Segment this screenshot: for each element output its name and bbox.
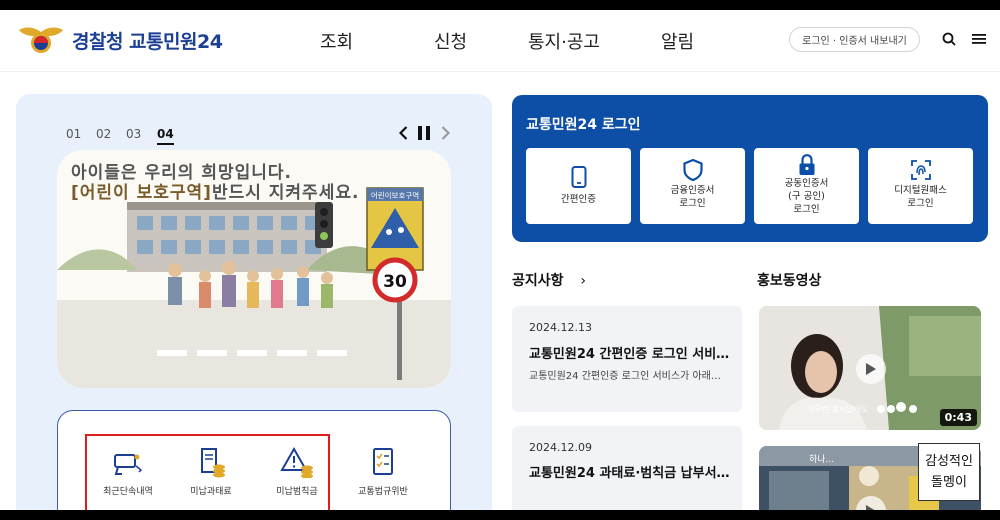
notice-item[interactable]: 2024.12.13 교통민원24 간편인증 로그인 서비… 교통민원24 간편… [512, 306, 742, 412]
chevron-right-icon: › [580, 273, 587, 289]
checklist-icon [373, 448, 393, 475]
notice-date: 2024.12.13 [529, 321, 592, 334]
prev-slide-icon[interactable] [395, 124, 411, 142]
digital-onepass-login-button[interactable]: 디지털원패스 로그인 [868, 148, 973, 224]
login-export-button[interactable]: 로그인 · 인증서 내보내기 [789, 27, 920, 52]
login-button-label: 로그인 [907, 198, 934, 209]
login-button-label: (구 공인) [788, 191, 825, 202]
slide-number[interactable]: 01 [66, 127, 81, 141]
site-header: 경찰청 교통민원24 조회 신청 통지·공고 알림 로그인 · 인증서 내보내기 [0, 10, 1000, 72]
pause-icon[interactable] [416, 124, 432, 142]
notices-title-text: 공지사항 [512, 273, 564, 289]
joint-cert-login-button[interactable]: 공동인증서 (구 공인) 로그인 [754, 148, 859, 224]
login-panel-title: 교통민원24 로그인 [526, 117, 641, 133]
quick-menu-unpaid-penalty[interactable]: 미납범칙금 [257, 446, 337, 497]
page: 경찰청 교통민원24 조회 신청 통지·공고 알림 로그인 · 인증서 내보내기… [0, 10, 1000, 510]
financial-cert-login-button[interactable]: 금융인증서 로그인 [640, 148, 745, 224]
slide-number-active[interactable]: 04 [157, 127, 174, 145]
notice-title: 교통민원24 간편인증 로그인 서비… [529, 347, 730, 362]
notice-item[interactable]: 2024.12.09 교통민원24 과태료·범칙금 납부서… [512, 426, 742, 510]
shield-icon [682, 159, 703, 181]
quick-menu-recent-enforcement[interactable]: 최근단속내역 [88, 446, 168, 497]
site-title: 경찰청 교통민원24 [72, 30, 223, 53]
speed-limit-value: 30 [383, 272, 407, 292]
login-button-label: 금융인증서 [670, 185, 715, 196]
next-slide-icon[interactable] [437, 124, 453, 142]
notice-date: 2024.12.09 [529, 441, 592, 454]
quick-menu-label: 미납범칙금 [276, 487, 318, 497]
nav-inquiry[interactable]: 조회 [320, 28, 353, 54]
nav-notice-announcement[interactable]: 통지·공고 [528, 28, 600, 54]
login-button-label: 로그인 [793, 204, 820, 215]
site-logo[interactable]: 경찰청 교통민원24 [16, 24, 223, 56]
lock-icon [799, 154, 814, 175]
quick-menu-traffic-violation[interactable]: 교통법규위반 [343, 446, 423, 497]
camera-search-icon [114, 454, 143, 475]
search-icon[interactable] [940, 30, 958, 48]
play-icon[interactable] [856, 354, 886, 384]
quick-menu-label: 교통법규위반 [358, 487, 408, 497]
notice-description: 교통민원24 간편인증 로그인 서비스가 아래… [529, 371, 721, 382]
banner-subheadline-rest: 반드시 지켜주세요. [211, 183, 360, 203]
notices-title[interactable]: 공지사항 › [512, 270, 586, 290]
police-emblem-icon [19, 27, 63, 53]
banner-subheadline: [어린이 보호구역]반드시 지켜주세요. [71, 178, 359, 203]
login-button-label: 로그인 [679, 198, 706, 209]
receipt-coins-icon [201, 448, 225, 478]
simple-auth-login-button[interactable]: 간편인증 [526, 148, 631, 224]
mobile-icon [571, 166, 586, 188]
school-zone-illustration: 어린이보호구역 30 아이들은 우리의 희망입니다. [어린이 보호구역]반드시… [57, 150, 451, 388]
video-thumbnail[interactable]: 아무런 표시없어도 0:43 [759, 306, 981, 430]
tooltip-line: 감성적인 [925, 454, 973, 469]
quick-menu-unpaid-fine[interactable]: 미납과태료 [171, 446, 251, 497]
quick-menu-label: 미납과태료 [190, 487, 232, 497]
login-button-label: 디지털원패스 [894, 185, 947, 196]
slide-number[interactable]: 02 [96, 127, 111, 141]
tooltip-line: 돌멩이 [931, 475, 967, 490]
school-zone-sign-label: 어린이보호구역 [371, 190, 419, 200]
nav-alerts[interactable]: 알림 [661, 28, 694, 54]
quick-menu-label: 최근단속내역 [103, 487, 153, 497]
login-button-label: 간편인증 [561, 194, 596, 205]
menu-icon[interactable] [970, 30, 988, 48]
login-button-label: 공동인증서 [784, 178, 829, 189]
banner-highlight: [어린이 보호구역] [71, 183, 212, 203]
fingerprint-icon [910, 160, 931, 180]
video-duration: 0:43 [939, 409, 977, 426]
nav-application[interactable]: 신청 [434, 28, 467, 54]
tooltip-overlay: 감성적인 돌멩이 [918, 443, 980, 501]
video-caption: 하나... [809, 454, 834, 465]
notice-title: 교통민원24 과태료·범칙금 납부서… [529, 466, 730, 481]
promo-videos-title: 홍보동영상 [757, 273, 822, 289]
slide-number[interactable]: 03 [126, 127, 141, 141]
warning-coins-icon [280, 446, 313, 478]
video-caption: 아무런 표시없어도 [807, 404, 868, 414]
